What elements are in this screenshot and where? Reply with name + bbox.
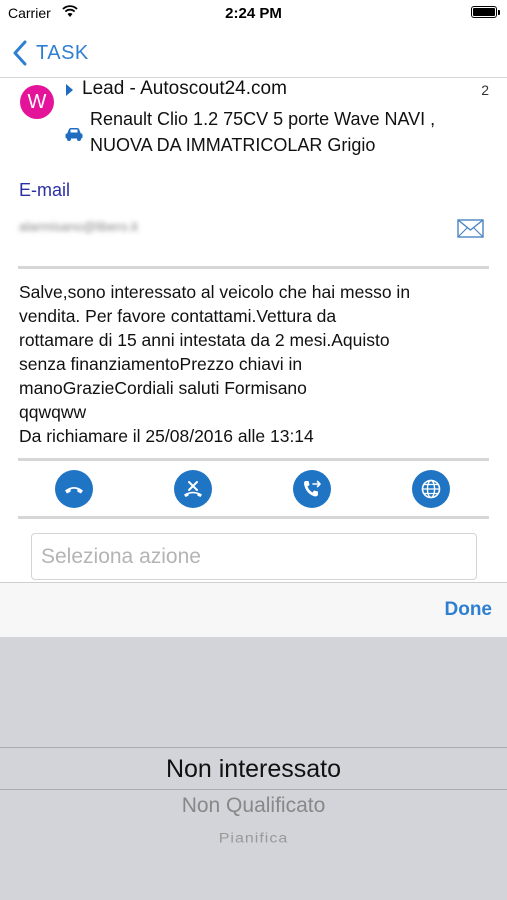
battery-icon: [471, 6, 500, 18]
back-label: TASK: [36, 41, 89, 64]
email-address[interactable]: alarmisano@libero.it: [19, 219, 138, 234]
back-button[interactable]: TASK: [12, 38, 89, 68]
vehicle-description-line1: Renault Clio 1.2 75CV 5 porte Wave NAVI …: [90, 109, 436, 129]
picker-option[interactable]: Non Qualificato: [0, 794, 507, 818]
select-action-input[interactable]: [32, 534, 476, 579]
message-line: vendita. Per favore contattami.Vettura d…: [19, 306, 337, 326]
picker-option-selected[interactable]: Non interessato: [0, 755, 507, 784]
globe-icon: [421, 479, 441, 499]
message-line: senza finanziamentoPrezzo chiavi in: [19, 354, 303, 374]
email-label: E-mail: [19, 180, 71, 200]
picker-toolbar: Done: [0, 582, 507, 637]
select-action-field[interactable]: [31, 533, 477, 580]
action-picker[interactable]: Non interessato Non Qualificato Pianific…: [0, 637, 507, 900]
car-icon: [65, 128, 83, 141]
divider: [18, 516, 489, 519]
status-bar: Carrier 2:24 PM: [0, 0, 507, 28]
lead-message: Salve,sono interessato al veicolo che ha…: [19, 280, 494, 448]
call-transfer-icon: [304, 480, 321, 497]
transfer-call-button[interactable]: [293, 470, 331, 508]
phone-cancel-icon: [184, 481, 202, 497]
mail-icon[interactable]: [457, 219, 484, 238]
picker-selection-line: [0, 747, 507, 748]
call-button[interactable]: [55, 470, 93, 508]
message-line: manoGrazieCordiali saluti Formisano: [19, 378, 307, 398]
message-line: Salve,sono interessato al veicolo che ha…: [19, 282, 411, 302]
divider: [18, 266, 489, 269]
web-button[interactable]: [412, 470, 450, 508]
phone-icon: [65, 487, 83, 494]
end-call-button[interactable]: [174, 470, 212, 508]
divider: [18, 458, 489, 461]
status-time: 2:24 PM: [225, 5, 282, 22]
vehicle-description-line2: NUOVA DA IMMATRICOLAR Grigio: [90, 135, 376, 155]
message-line: qqwqww: [19, 402, 87, 422]
lead-count-badge: 2: [481, 82, 489, 98]
picker-selection-line: [0, 789, 507, 790]
chevron-left-icon: [13, 40, 27, 66]
disclosure-triangle-icon[interactable]: [66, 84, 73, 96]
done-button[interactable]: Done: [445, 599, 493, 621]
recall-date: Da richiamare il 25/08/2016 alle 13:14: [19, 426, 314, 446]
picker-option[interactable]: Pianifica: [0, 831, 507, 846]
avatar: W: [20, 85, 54, 119]
message-line: rottamare di 15 anni intestata da 2 mesi…: [19, 330, 390, 350]
lead-title: Lead - Autoscout24.com: [82, 78, 287, 99]
navigation-bar: TASK: [0, 28, 507, 78]
